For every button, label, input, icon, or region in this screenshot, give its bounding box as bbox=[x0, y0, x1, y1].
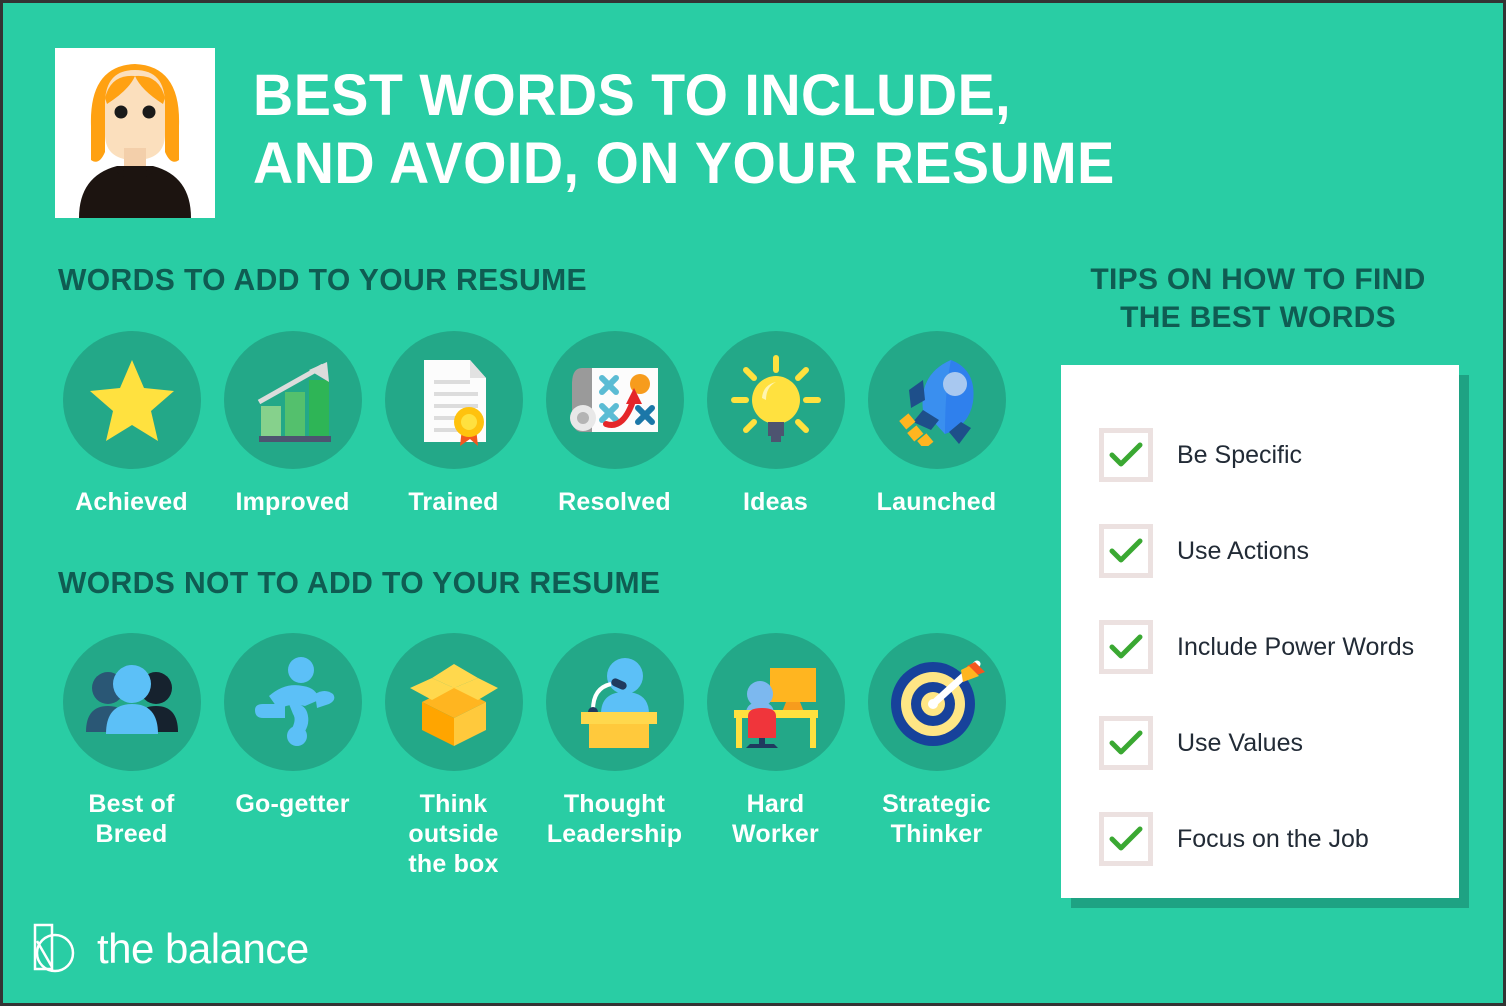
icon-row-add: Achieved Improved Trained Resolved Ideas… bbox=[51, 331, 1061, 517]
tip-label: Include Power Words bbox=[1177, 632, 1415, 661]
tip-item[interactable]: Use Actions bbox=[1061, 503, 1459, 599]
tip-label: Use Actions bbox=[1177, 536, 1310, 565]
icon-disc bbox=[223, 331, 362, 469]
icon-disc bbox=[384, 331, 523, 469]
star-icon bbox=[89, 360, 174, 441]
word-label: Strategic Thinker bbox=[882, 790, 991, 848]
check-icon bbox=[1109, 538, 1143, 563]
word-item-best-of-breed[interactable]: Best of Breed bbox=[51, 633, 212, 879]
tips-card: Be Specific Use Actions Include Power Wo… bbox=[1061, 365, 1459, 898]
word-label: Improved bbox=[235, 488, 350, 516]
brand-logo-text: the balance bbox=[97, 925, 309, 972]
checkbox-checked[interactable] bbox=[1099, 812, 1153, 866]
icon-disc bbox=[706, 633, 845, 771]
word-label: Resolved bbox=[558, 488, 671, 516]
tip-item[interactable]: Include Power Words bbox=[1061, 599, 1459, 695]
section-heading-add: WORDS TO ADD TO YOUR RESUME bbox=[58, 262, 587, 297]
icon-row-avoid: Best of Breed Go-getter Think outside th… bbox=[51, 633, 1061, 879]
check-icon bbox=[1109, 826, 1143, 851]
word-item-strategic-thinker[interactable]: Strategic Thinker bbox=[856, 633, 1017, 879]
icon-disc bbox=[545, 633, 684, 771]
bar-chart-growth-icon bbox=[257, 362, 331, 442]
portrait-svg bbox=[55, 48, 215, 218]
certificate-document-icon bbox=[423, 360, 486, 446]
icon-disc bbox=[706, 331, 845, 469]
desk-workstation-icon bbox=[733, 668, 818, 748]
tip-item[interactable]: Be Specific bbox=[1061, 407, 1459, 503]
tip-label: Be Specific bbox=[1177, 440, 1303, 469]
lightbulb-icon bbox=[730, 355, 821, 442]
check-icon bbox=[1109, 730, 1143, 755]
checkbox-checked[interactable] bbox=[1099, 428, 1153, 482]
icon-disc bbox=[384, 633, 523, 771]
icon-disc bbox=[545, 331, 684, 469]
infographic-canvas: BEST WORDS TO INCLUDE, AND AVOID, ON YOU… bbox=[0, 0, 1506, 1006]
checkbox-checked[interactable] bbox=[1099, 716, 1153, 770]
word-item-ideas[interactable]: Ideas bbox=[695, 331, 856, 517]
word-label: Hard Worker bbox=[732, 790, 819, 848]
icon-disc bbox=[62, 331, 201, 469]
header: BEST WORDS TO INCLUDE, AND AVOID, ON YOU… bbox=[55, 48, 1455, 223]
tip-label: Focus on the Job bbox=[1177, 824, 1369, 853]
word-label: Best of Breed bbox=[88, 790, 175, 848]
word-item-achieved[interactable]: Achieved bbox=[51, 331, 212, 517]
page-title: BEST WORDS TO INCLUDE, AND AVOID, ON YOU… bbox=[253, 63, 1115, 196]
word-label: Thought Leadership bbox=[546, 790, 683, 848]
word-item-resolved[interactable]: Resolved bbox=[534, 331, 695, 517]
checkbox-checked[interactable] bbox=[1099, 524, 1153, 578]
tips-heading: TIPS ON HOW TO FIND THE BEST WORDS bbox=[1090, 263, 1426, 334]
word-item-hard-worker[interactable]: Hard Worker bbox=[695, 633, 856, 879]
tip-item[interactable]: Focus on the Job bbox=[1061, 791, 1459, 887]
podium-speaker-icon bbox=[580, 658, 657, 748]
word-label: Achieved bbox=[75, 488, 188, 516]
section-heading-avoid: WORDS NOT TO ADD TO YOUR RESUME bbox=[58, 565, 661, 600]
balance-logo-icon bbox=[33, 923, 75, 973]
word-label: Think outside the box bbox=[408, 790, 499, 878]
brand-logo[interactable]: the balance bbox=[33, 923, 309, 975]
check-icon bbox=[1109, 634, 1143, 659]
portrait-illustration bbox=[55, 48, 215, 218]
icon-disc bbox=[867, 331, 1006, 469]
icon-disc bbox=[223, 633, 362, 771]
dartboard-target-icon bbox=[890, 660, 985, 746]
word-item-trained[interactable]: Trained bbox=[373, 331, 534, 517]
word-label: Ideas bbox=[743, 488, 808, 516]
word-item-launched[interactable]: Launched bbox=[856, 331, 1017, 517]
word-label: Launched bbox=[876, 488, 997, 516]
running-person-icon bbox=[254, 657, 334, 746]
word-label: Trained bbox=[408, 488, 499, 516]
word-item-thought-leadership[interactable]: Thought Leadership bbox=[534, 633, 695, 879]
icon-disc bbox=[62, 633, 201, 771]
word-item-think-outside-the-box[interactable]: Think outside the box bbox=[373, 633, 534, 879]
checkbox-checked[interactable] bbox=[1099, 620, 1153, 674]
rocket-icon bbox=[898, 360, 974, 446]
tip-item[interactable]: Use Values bbox=[1061, 695, 1459, 791]
open-box-icon bbox=[409, 664, 498, 746]
icon-disc bbox=[867, 633, 1006, 771]
word-item-go-getter[interactable]: Go-getter bbox=[212, 633, 373, 879]
tip-label: Use Values bbox=[1177, 728, 1303, 757]
people-group-icon bbox=[85, 665, 178, 734]
check-icon bbox=[1109, 442, 1143, 467]
strategy-playbook-icon bbox=[569, 368, 658, 432]
word-label: Go-getter bbox=[235, 790, 350, 818]
word-item-improved[interactable]: Improved bbox=[212, 331, 373, 517]
